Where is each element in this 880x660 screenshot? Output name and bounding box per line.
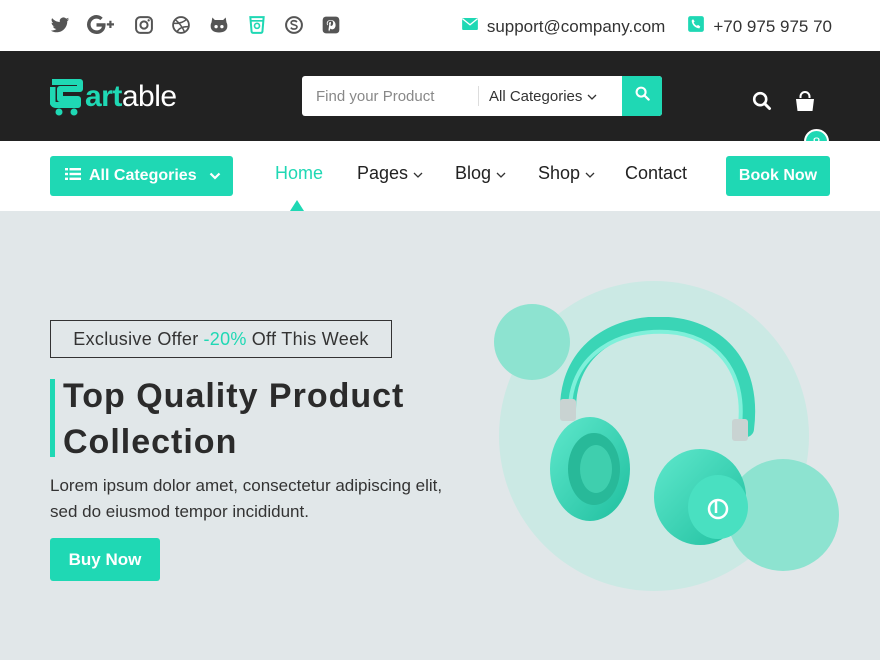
category-selected: All Categories xyxy=(489,87,583,105)
buy-now-button[interactable]: Buy Now xyxy=(50,538,160,581)
hero-title: Top Quality Product Collection xyxy=(63,373,483,465)
hero-title-line2: Collection xyxy=(63,423,238,461)
email-text: support@company.com xyxy=(486,16,666,36)
logo-text: artable xyxy=(85,78,177,116)
nav-menu: Home Pages Blog Shop Contact xyxy=(275,163,687,184)
offer-badge: Exclusive Offer -20% Off This Week xyxy=(50,320,392,358)
nav-item-label: Home xyxy=(275,163,324,183)
nav-item-shop[interactable]: Shop xyxy=(538,163,625,184)
site-logo[interactable]: artable xyxy=(49,77,177,117)
contact-info: support@company.com +70 975 975 70 xyxy=(461,15,832,38)
offer-prefix: Exclusive Offer xyxy=(73,328,199,349)
search-input[interactable] xyxy=(302,76,478,116)
hero-title-line1: Top Quality Product xyxy=(63,377,405,415)
pinterest-icon[interactable] xyxy=(321,15,341,35)
envelope-icon xyxy=(461,15,479,38)
email-contact[interactable]: support@company.com xyxy=(461,15,666,38)
chevron-down-icon xyxy=(413,163,423,184)
phone-text: +70 975 975 70 xyxy=(713,16,832,36)
all-categories-button[interactable]: All Categories xyxy=(50,156,233,196)
chevron-down-icon xyxy=(496,163,506,184)
category-select[interactable]: All Categories xyxy=(479,76,622,116)
github-icon[interactable] xyxy=(208,15,230,35)
nav-item-label: Contact xyxy=(625,163,688,183)
main-header: artable All Categories 8 xyxy=(0,51,880,154)
phone-icon xyxy=(687,15,705,38)
search-button[interactable] xyxy=(622,76,662,116)
all-categories-label: All Categories xyxy=(89,167,197,184)
search-bar: All Categories xyxy=(302,76,662,116)
phone-contact[interactable]: +70 975 975 70 xyxy=(687,15,832,38)
search-icon xyxy=(635,86,650,106)
main-nav: All Categories Home Pages Blog Shop Cont… xyxy=(0,141,880,211)
logo-accent-text: art xyxy=(85,80,122,113)
instagram-icon[interactable] xyxy=(134,15,154,35)
nav-item-blog[interactable]: Blog xyxy=(455,163,538,184)
list-icon xyxy=(65,167,81,186)
chevron-down-icon xyxy=(585,163,595,184)
google-plus-icon[interactable] xyxy=(87,15,117,35)
book-now-button[interactable]: Book Now xyxy=(726,156,830,196)
hero-description: Lorem ipsum dolor amet, consectetur adip… xyxy=(50,476,443,521)
header-search-icon[interactable] xyxy=(752,91,772,111)
chevron-down-icon xyxy=(587,88,597,105)
nav-item-label: Blog xyxy=(455,163,492,183)
title-accent-bar xyxy=(50,379,55,457)
skype-icon[interactable] xyxy=(284,15,304,35)
social-links xyxy=(50,15,358,35)
active-nav-indicator xyxy=(290,200,304,211)
cart-logo-icon xyxy=(49,78,84,116)
nav-item-contact[interactable]: Contact xyxy=(625,163,687,184)
headphones-image xyxy=(550,317,756,545)
offer-percent: -20% xyxy=(203,328,247,349)
hero-banner: Exclusive Offer -20% Off This Week Top Q… xyxy=(0,211,880,660)
chevron-down-icon xyxy=(209,167,221,185)
hangouts-icon[interactable] xyxy=(247,15,267,35)
top-bar: support@company.com +70 975 975 70 xyxy=(0,0,880,51)
nav-item-label: Pages xyxy=(357,163,409,183)
cart-icon[interactable] xyxy=(794,91,816,113)
dribbble-icon[interactable] xyxy=(171,15,191,35)
nav-item-pages[interactable]: Pages xyxy=(357,163,455,184)
offer-suffix: Off This Week xyxy=(251,328,369,349)
nav-item-label: Shop xyxy=(538,163,581,183)
twitter-icon[interactable] xyxy=(50,15,70,35)
nav-item-home[interactable]: Home xyxy=(275,163,357,184)
logo-rest-text: able xyxy=(121,80,177,113)
